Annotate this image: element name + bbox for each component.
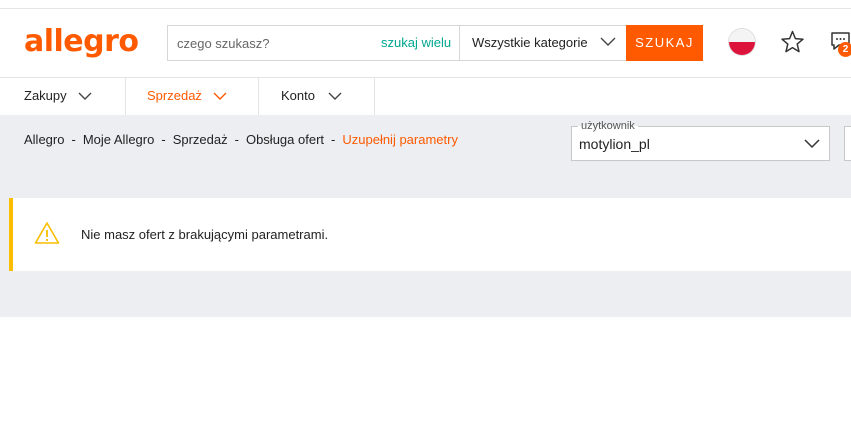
- nav-item-konto[interactable]: Konto: [259, 78, 375, 115]
- search-bar: szukaj wielu Wszystkie kategorie SZUKAJ: [167, 25, 703, 61]
- chevron-down-icon: [78, 92, 92, 100]
- secondary-select[interactable]: [844, 126, 851, 161]
- info-alert: Nie masz ofert z brakującymi parametrami…: [9, 198, 851, 271]
- nav-item-label: Sprzedaż: [147, 88, 202, 103]
- breadcrumb-link-obsluga-ofert[interactable]: Obsługa ofert: [246, 132, 324, 147]
- breadcrumb-link-sprzedaz[interactable]: Sprzedaż: [173, 132, 228, 147]
- chevron-down-icon: [600, 37, 616, 46]
- header: allegro szukaj wielu Wszystkie kategorie…: [0, 9, 851, 77]
- nav-item-sprzedaz[interactable]: Sprzedaż: [126, 78, 259, 115]
- breadcrumb-separator: -: [331, 132, 336, 147]
- warning-icon: [34, 222, 60, 244]
- main-nav: Zakupy Sprzedaż Konto: [0, 77, 851, 115]
- user-select-value: motylion_pl: [579, 136, 650, 152]
- nav-item-zakupy[interactable]: Zakupy: [0, 78, 126, 115]
- main-content: Allegro - Moje Allegro - Sprzedaż - Obsługa of…: [0, 115, 851, 317]
- breadcrumb-current: Uzupełnij parametry: [342, 132, 458, 147]
- user-select[interactable]: użytkownik motylion_pl: [571, 120, 830, 161]
- breadcrumb-separator: -: [71, 132, 76, 147]
- allegro-logo[interactable]: allegro: [24, 22, 139, 62]
- category-select[interactable]: Wszystkie kategorie: [459, 26, 626, 60]
- breadcrumb-link-moje-allegro[interactable]: Moje Allegro: [83, 132, 155, 147]
- breadcrumb: Allegro - Moje Allegro - Sprzedaż - Obsługa of…: [24, 132, 458, 147]
- user-select-label: użytkownik: [578, 120, 638, 132]
- search-many-link[interactable]: szukaj wielu: [381, 35, 451, 50]
- search-button[interactable]: SZUKAJ: [626, 25, 703, 61]
- flag-poland-icon[interactable]: [729, 29, 755, 55]
- chevron-down-icon: [328, 92, 342, 100]
- breadcrumb-separator: -: [234, 132, 239, 147]
- alert-message: Nie masz ofert z brakującymi parametrami…: [81, 227, 329, 242]
- breadcrumb-separator: -: [161, 132, 166, 147]
- nav-item-label: Zakupy: [24, 88, 67, 103]
- star-icon[interactable]: [780, 30, 805, 54]
- chevron-down-icon: [804, 139, 820, 149]
- breadcrumb-link-allegro[interactable]: Allegro: [24, 132, 64, 147]
- nav-item-label: Konto: [281, 88, 315, 103]
- notification-badge: 2: [838, 42, 851, 57]
- chevron-down-icon: [213, 92, 227, 100]
- category-select-value: Wszystkie kategorie: [472, 35, 588, 50]
